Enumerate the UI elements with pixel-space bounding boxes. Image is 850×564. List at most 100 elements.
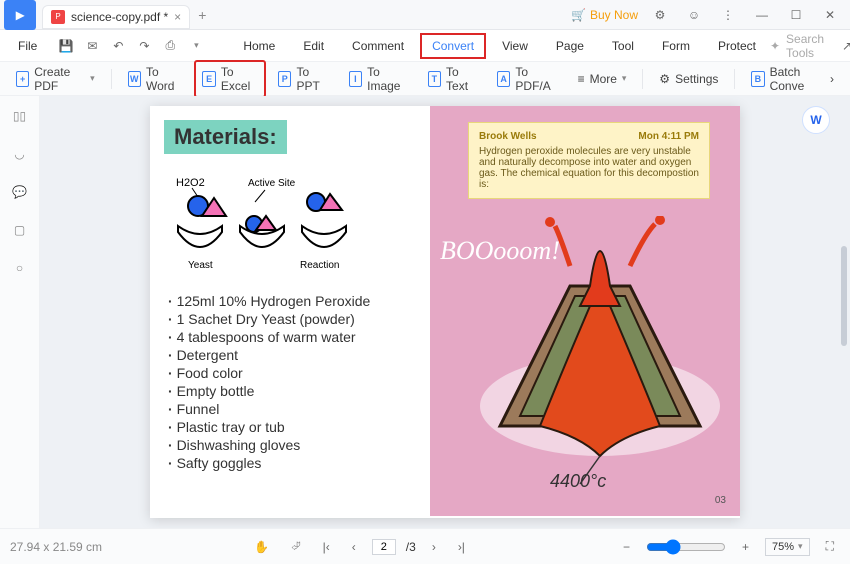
mail-icon[interactable]: ✉ [83,37,101,55]
chevron-down-icon: ▾ [90,73,95,84]
excel-icon: E [202,71,215,87]
temperature-label: 4400°c [550,471,606,492]
overflow-icon: › [830,72,834,86]
list-item: Food color [168,365,416,381]
zoom-out-button[interactable]: − [617,538,636,556]
list-item: Empty bottle [168,383,416,399]
page-number: 03 [715,495,726,506]
list-item: Detergent [168,347,416,363]
kebab-menu-icon[interactable]: ⋮ [716,3,740,27]
word-export-badge[interactable]: W [802,106,830,134]
tab-page[interactable]: Page [544,33,596,59]
to-word-button[interactable]: WTo Word [120,60,191,98]
tab-comment[interactable]: Comment [340,33,416,59]
materials-list: 125ml 10% Hydrogen Peroxide 1 Sachet Dry… [168,293,416,471]
maximize-button[interactable]: ☐ [784,3,808,27]
search-tools[interactable]: ✦ Search Tools [770,32,824,60]
to-pdfa-button[interactable]: ATo PDF/A [489,60,566,98]
to-image-button[interactable]: ITo Image [341,60,416,98]
new-tab-button[interactable]: + [198,7,206,23]
batch-convert-button[interactable]: BBatch Conve› [743,60,842,98]
prev-page-button[interactable]: ‹ [346,538,362,556]
tab-tool[interactable]: Tool [600,33,646,59]
share-icon[interactable]: ↗ [838,37,850,55]
comment-note[interactable]: Brook Wells Mon 4:11 PM Hydrogen peroxid… [468,122,710,199]
label-active-site: Active Site [248,178,296,189]
list-item: 4 tablespoons of warm water [168,329,416,345]
ribbon-tabs: Home Edit Comment Convert View Page Tool… [231,33,768,59]
file-menu[interactable]: File [8,35,47,57]
settings-button[interactable]: ⚙Settings [651,67,726,91]
to-excel-button[interactable]: ETo Excel [194,60,266,98]
tab-edit[interactable]: Edit [291,33,336,59]
user-icon[interactable]: ☺ [682,3,706,27]
list-item: Funnel [168,401,416,417]
save-icon[interactable]: 💾 [57,37,75,55]
document-viewport[interactable]: W Materials: H2O2 Active Site [40,96,850,528]
hand-tool-icon[interactable]: ✋ [248,538,275,556]
document-tab[interactable]: P science-copy.pdf * × [42,5,190,29]
select-tool-icon[interactable]: ⮰ [285,537,307,556]
comments-icon[interactable]: 💬 [10,182,30,202]
buy-now-link[interactable]: 🛒 Buy Now [571,8,638,22]
batch-icon: B [751,71,764,87]
tab-form[interactable]: Form [650,33,702,59]
label-h2o2: H2O2 [176,177,205,189]
close-tab-icon[interactable]: × [174,10,181,24]
print-icon[interactable]: ⎙ [161,37,179,55]
svg-text:Yeast: Yeast [188,260,213,271]
create-pdf-button[interactable]: +Create PDF▾ [8,60,103,98]
main-area: ▯▯ ◡ 💬 ▢ ○ W Materials: H2O2 Active Site [0,96,850,528]
page-input[interactable] [372,539,396,555]
left-rail: ▯▯ ◡ 💬 ▢ ○ [0,96,40,528]
list-item: 125ml 10% Hydrogen Peroxide [168,293,416,309]
next-page-button[interactable]: › [426,538,442,556]
fit-page-icon[interactable]: ⛶ [820,537,840,556]
image-icon: I [349,71,362,87]
statusbar: 27.94 x 21.59 cm ✋ ⮰ |‹ ‹ /3 › ›| − + 75… [0,528,850,564]
undo-icon[interactable]: ↶ [109,37,127,55]
bookmarks-icon[interactable]: ◡ [10,144,30,164]
last-page-button[interactable]: ›| [452,538,471,556]
list-item: Safty goggles [168,455,416,471]
svg-text:Reaction: Reaction [300,260,339,271]
zoom-dropdown[interactable]: 75%▾ [765,538,810,556]
tab-home[interactable]: Home [231,33,287,59]
boom-text: BOOooom! [440,236,560,266]
ppt-icon: P [278,71,291,87]
yeast-diagram: H2O2 Active Site [170,172,416,275]
first-page-button[interactable]: |‹ [317,538,336,556]
tab-protect[interactable]: Protect [706,33,768,59]
text-icon: T [428,71,441,87]
wand-icon: ✦ [770,39,780,53]
app-logo: ▸ [4,0,36,30]
search-icon[interactable]: ○ [10,258,30,278]
word-icon: W [128,71,141,87]
list-item: 1 Sachet Dry Yeast (powder) [168,311,416,327]
notifications-icon[interactable]: ⚙ [648,3,672,27]
zoom-slider[interactable] [646,539,726,555]
more-button[interactable]: ≡More▾ [570,67,635,91]
page-total: /3 [406,540,416,554]
titlebar: ▸ P science-copy.pdf * × + 🛒 Buy Now ⚙ ☺… [0,0,850,30]
convert-toolbar: +Create PDF▾ WTo Word ETo Excel PTo PPT … [0,62,850,96]
materials-heading: Materials: [164,120,287,154]
zoom-in-button[interactable]: + [736,538,755,556]
redo-icon[interactable]: ↷ [135,37,153,55]
quick-access-chevron-icon[interactable]: ▾ [187,37,205,55]
vertical-scrollbar[interactable] [841,246,847,346]
tab-view[interactable]: View [490,33,540,59]
list-item: Dishwashing gloves [168,437,416,453]
note-author: Brook Wells [479,131,537,142]
list-item: Plastic tray or tub [168,419,416,435]
attachments-icon[interactable]: ▢ [10,220,30,240]
to-ppt-button[interactable]: PTo PPT [270,60,337,98]
chevron-down-icon: ▾ [622,73,627,84]
tab-convert[interactable]: Convert [420,33,486,59]
minimize-button[interactable]: — [750,3,774,27]
to-text-button[interactable]: TTo Text [420,60,485,98]
pdfa-icon: A [497,71,511,87]
more-icon: ≡ [578,72,585,86]
close-window-button[interactable]: ✕ [818,3,842,27]
thumbnails-icon[interactable]: ▯▯ [10,106,30,126]
